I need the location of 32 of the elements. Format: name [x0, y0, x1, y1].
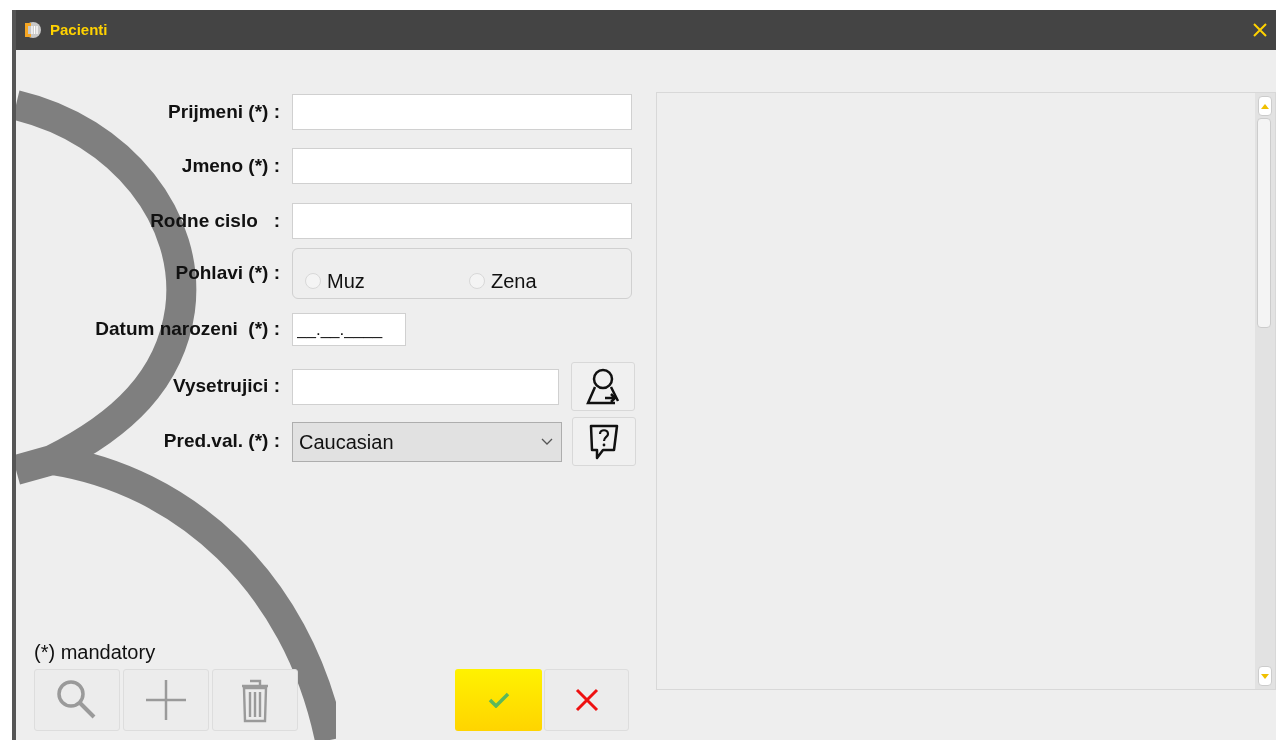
field-label: Datum narozeni (*) :	[94, 317, 280, 342]
text-field[interactable]	[292, 148, 632, 184]
gender-radio[interactable]: Zena	[469, 266, 537, 296]
help-icon	[587, 422, 621, 461]
field-label: Vysetrujici :	[172, 374, 280, 399]
field-label: Pohlavi (*) :	[174, 261, 280, 286]
chevron-down-icon	[541, 437, 553, 446]
field-label: Prijmeni (*) :	[167, 99, 280, 124]
gender-radio[interactable]: Muz	[305, 266, 469, 296]
scroll-up-button[interactable]	[1258, 96, 1272, 116]
text-field[interactable]	[292, 203, 632, 239]
person-icon	[585, 366, 621, 407]
field-label: Jmeno (*) :	[180, 153, 280, 178]
help-button[interactable]	[572, 417, 636, 466]
text-field[interactable]	[292, 368, 559, 405]
trash-icon	[240, 677, 270, 723]
checkmark-icon	[487, 692, 510, 708]
app-logo-icon	[22, 20, 42, 40]
scrollbar[interactable]	[1255, 93, 1275, 689]
cancel-button[interactable]	[544, 669, 629, 731]
text-field[interactable]	[292, 94, 632, 130]
scroll-down-button[interactable]	[1258, 666, 1272, 686]
window-title: Pacienti	[50, 19, 108, 40]
field-label: Pred.val. (*) :	[162, 429, 280, 454]
dropdown[interactable]: Caucasian	[292, 421, 562, 462]
person-button[interactable]	[571, 362, 635, 411]
close-icon	[574, 688, 599, 712]
scroll-thumb[interactable]	[1257, 118, 1271, 328]
up-triangle-icon	[1261, 103, 1269, 109]
down-triangle-icon	[1261, 673, 1269, 679]
mandatory-note: (*) mandatory	[34, 640, 157, 665]
date-field[interactable]: __.__.____	[292, 313, 406, 346]
